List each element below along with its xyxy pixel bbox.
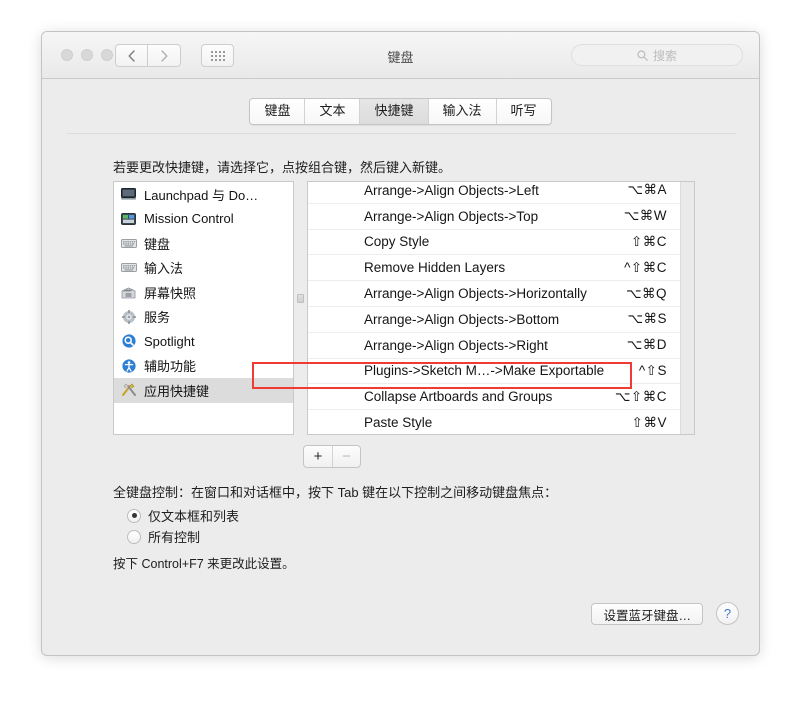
screenshot-icon	[120, 285, 137, 300]
tab-input-sources[interactable]: 输入法	[427, 99, 496, 124]
table-row[interactable]: Remove Hidden Layers ^⇧⌘C	[308, 255, 680, 282]
pane-splitter[interactable]	[296, 181, 305, 435]
shortcut-name: Collapse Artboards and Groups	[364, 389, 553, 405]
radio-button-icon[interactable]	[127, 529, 141, 544]
shortcut-name: Arrange->Align Objects->Right	[364, 337, 548, 353]
full-keyboard-access-label: 全键盘控制：在窗口和对话框中，按下 Tab 键在以下控制之间移动键盘焦点：	[113, 485, 558, 500]
sidebar-item-app-shortcuts[interactable]: 应用快捷键	[114, 378, 293, 403]
sidebar-item-mission-control[interactable]: Mission Control	[114, 207, 293, 232]
shortcut-name: Arrange->Align Objects->Bottom	[364, 311, 560, 327]
tab-text[interactable]: 文本	[304, 99, 360, 124]
shortcut-keys[interactable]: ⌥⌘Q	[626, 286, 667, 302]
window-footer: 设置蓝牙键盘… ?	[42, 589, 759, 655]
table-row[interactable]: Plugins->Sketch M…->Make Exportable ^⇧S	[308, 359, 680, 385]
help-button[interactable]: ?	[716, 602, 739, 625]
sidebar-item-keyboard[interactable]: 键盘	[114, 231, 293, 256]
shortcut-list-scrollbar[interactable]	[680, 182, 694, 434]
keyboard-icon	[120, 236, 137, 251]
spotlight-icon	[120, 334, 137, 349]
full-keyboard-access-note: 按下 Control+F7 来更改此设置。	[113, 557, 295, 571]
shortcut-rows: Arrange->Align Objects->Left ⌥⌘A Arrange…	[308, 182, 680, 434]
shortcut-name: Remove Hidden Layers	[364, 260, 506, 276]
sidebar-item-screenshots[interactable]: 屏幕快照	[114, 280, 293, 305]
shortcut-name: Copy Style	[364, 234, 430, 250]
shortcut-name: Plugins->Sketch M…->Make Exportable	[364, 363, 605, 379]
shortcut-name: Paste Style	[364, 415, 433, 431]
sidebar-item-label: Launchpad 与 Do…	[144, 187, 259, 203]
shortcut-keys[interactable]: ⌥⌘D	[627, 337, 667, 353]
add-shortcut-button[interactable]: +	[304, 446, 332, 467]
sidebar-item-label: 输入法	[144, 261, 184, 277]
services-gear-icon	[120, 309, 137, 324]
accessibility-icon	[120, 358, 137, 373]
full-keyboard-access-options: 仅文本框和列表 所有控制	[127, 505, 239, 547]
titlebar: 键盘 搜索	[42, 32, 759, 79]
sidebar-item-accessibility[interactable]: 辅助功能	[114, 354, 293, 379]
shortcut-keys[interactable]: ⌥⌘S	[627, 311, 667, 327]
shortcut-keys[interactable]: ^⇧⌘C	[624, 260, 667, 276]
category-list[interactable]: Launchpad 与 Do… Mission Control 键盘 输入法 屏…	[113, 181, 294, 435]
remove-shortcut-button[interactable]: −	[332, 446, 360, 467]
search-field[interactable]: 搜索	[571, 44, 743, 66]
shortcut-keys[interactable]: ^⇧S	[639, 363, 667, 379]
shortcut-keys[interactable]: ⌥⇧⌘C	[615, 389, 667, 405]
sidebar-item-label: Mission Control	[144, 211, 234, 227]
table-row-highlighted[interactable]: Collapse Artboards and Groups ⌥⇧⌘C	[308, 384, 680, 411]
table-row[interactable]: Arrange->Align Objects->Left ⌥⌘A	[308, 182, 680, 204]
tab-shortcuts[interactable]: 快捷键	[359, 99, 428, 124]
shortcut-name: Arrange->Align Objects->Left	[364, 182, 539, 198]
panel-hint: 若要更改快捷键，请选择它，点按组合键，然后键入新键。	[113, 160, 452, 175]
table-row[interactable]: Arrange->Align Objects->Bottom ⌥⌘S	[308, 307, 680, 333]
shortcut-name: Arrange->Align Objects->Top	[364, 208, 539, 224]
table-row[interactable]: Paste Style ⇧⌘V	[308, 410, 680, 434]
shortcut-keys[interactable]: ⌥⌘A	[627, 182, 667, 198]
app-shortcuts-icon	[120, 383, 137, 398]
tab-dictation[interactable]: 听写	[495, 99, 551, 124]
tab-keyboard[interactable]: 键盘	[250, 99, 305, 124]
input-sources-icon	[120, 260, 137, 275]
sidebar-item-label: 服务	[144, 310, 171, 326]
table-row[interactable]: Arrange->Align Objects->Right ⌥⌘D	[308, 333, 680, 359]
system-preferences-window: 键盘 搜索 键盘 文本 快捷键 输入法 听写 若要更改快捷键，请选择它，点按组合…	[41, 31, 760, 656]
radio-label: 仅文本框和列表	[148, 509, 240, 524]
sidebar-item-launchpad-dock[interactable]: Launchpad 与 Do…	[114, 182, 293, 207]
launchpad-dock-icon	[120, 187, 137, 202]
shortcut-keys[interactable]: ⇧⌘C	[631, 234, 667, 250]
shortcut-keys[interactable]: ⇧⌘V	[632, 415, 667, 431]
table-row[interactable]: Copy Style ⇧⌘C	[308, 230, 680, 256]
shortcut-list[interactable]: Arrange->Align Objects->Left ⌥⌘A Arrange…	[307, 181, 695, 435]
radio-label: 所有控制	[148, 530, 201, 545]
sidebar-item-label: 应用快捷键	[144, 383, 210, 399]
sidebar-item-label: 辅助功能	[144, 359, 197, 375]
shortcut-name: Arrange->Align Objects->Horizontally	[364, 286, 587, 302]
radio-all-controls[interactable]: 所有控制	[127, 526, 239, 547]
sidebar-item-spotlight[interactable]: Spotlight	[114, 329, 293, 354]
shortcuts-panel: 若要更改快捷键，请选择它，点按组合键，然后键入新键。 Launchpad 与 D…	[67, 133, 736, 590]
table-row[interactable]: Arrange->Align Objects->Top ⌥⌘W	[308, 204, 680, 230]
sidebar-item-label: 屏幕快照	[144, 285, 197, 301]
sidebar-item-label: Spotlight	[144, 333, 195, 349]
sidebar-item-services[interactable]: 服务	[114, 305, 293, 330]
table-row[interactable]: Arrange->Align Objects->Horizontally ⌥⌘Q	[308, 281, 680, 307]
radio-text-boxes-and-lists[interactable]: 仅文本框和列表	[127, 505, 239, 526]
search-icon	[637, 49, 648, 61]
sidebar-item-label: 键盘	[144, 236, 171, 252]
set-up-bluetooth-keyboard-button[interactable]: 设置蓝牙键盘…	[591, 603, 703, 625]
shortcuts-panes: Launchpad 与 Do… Mission Control 键盘 输入法 屏…	[113, 181, 695, 435]
tab-bar: 键盘 文本 快捷键 输入法 听写	[42, 98, 759, 125]
radio-button-icon[interactable]	[127, 508, 141, 523]
search-placeholder: 搜索	[652, 48, 677, 63]
mission-control-icon	[120, 211, 137, 226]
shortcut-keys[interactable]: ⌥⌘W	[624, 208, 667, 224]
splitter-grip[interactable]	[297, 294, 304, 303]
list-controls: + −	[303, 445, 361, 468]
sidebar-item-input-sources[interactable]: 输入法	[114, 256, 293, 281]
